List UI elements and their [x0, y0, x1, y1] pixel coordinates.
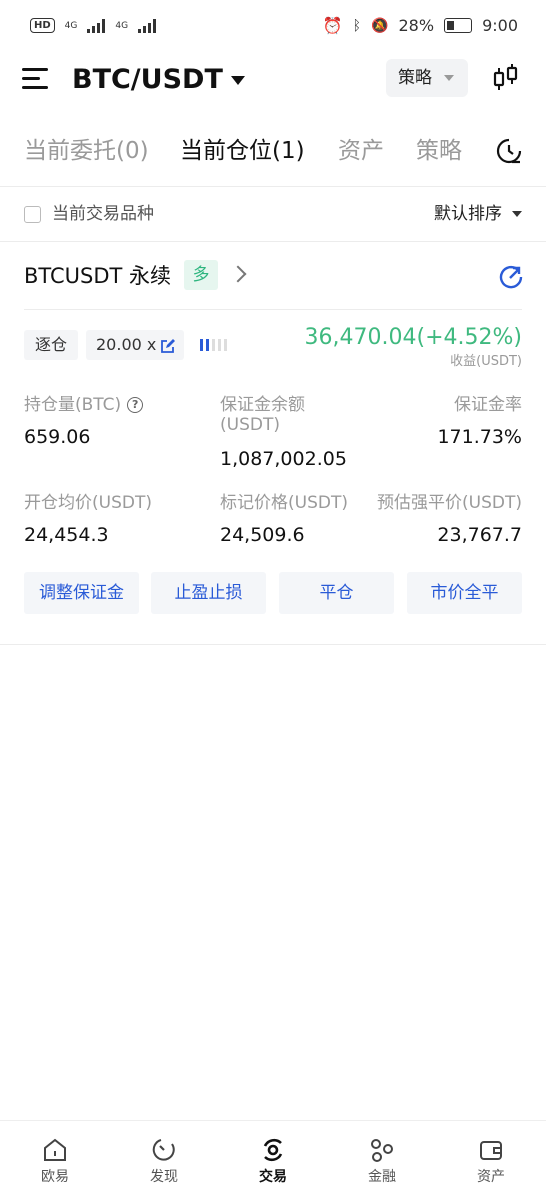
nav-label: 资产 [477, 1169, 505, 1185]
clock: 9:00 [482, 16, 518, 35]
leverage-button[interactable]: 20.00 x [86, 330, 184, 360]
signal-icon-2 [138, 18, 157, 33]
adjust-margin-button[interactable]: 调整保证金 [24, 572, 139, 614]
tab-open-orders[interactable]: 当前委托(0) [24, 128, 149, 174]
discover-icon [152, 1139, 175, 1161]
pair-name: BTC/USDT [72, 64, 223, 95]
home-icon [44, 1138, 66, 1161]
strategy-dropdown[interactable]: 策略 [386, 59, 468, 97]
margin-ratio-label: 保证金率 [454, 395, 522, 415]
nav-label: 发现 [150, 1169, 178, 1185]
entry-price-value: 24,454.3 [24, 524, 109, 546]
position-symbol[interactable]: BTCUSDT 永续 [24, 258, 171, 294]
position-tabs: 当前委托(0) 当前仓位(1) 资产 策略 [0, 128, 546, 174]
side-badge: 多 [184, 260, 218, 290]
unrealized-pnl: 36,470.04(+4.52%) [304, 325, 522, 350]
size-value: 659.06 [24, 426, 91, 448]
signal-icon [87, 18, 106, 33]
network-label-2: 4G [115, 20, 129, 31]
tp-sl-button[interactable]: 止盈止损 [151, 572, 266, 614]
caret-down-icon [512, 211, 522, 217]
share-icon[interactable] [498, 264, 524, 290]
market-close-all-button[interactable]: 市价全平 [407, 572, 522, 614]
pair-selector[interactable]: BTC/USDT [72, 58, 245, 102]
menu-icon[interactable] [22, 68, 48, 90]
current-symbol-label: 当前交易品种 [52, 204, 154, 224]
sort-dropdown[interactable]: 默认排序 [434, 200, 522, 228]
nav-label: 欧易 [41, 1169, 69, 1185]
edit-icon [161, 338, 176, 353]
nav-finance[interactable]: 金融 [327, 1121, 437, 1201]
tab-strategy[interactable]: 策略 [416, 128, 462, 174]
current-symbol-checkbox[interactable] [24, 206, 41, 223]
size-label-row: 持仓量(BTC)? [24, 394, 144, 416]
trade-icon [263, 1138, 283, 1162]
alarm-icon: ⏰ [322, 16, 343, 35]
mark-price-value: 24,509.6 [220, 524, 305, 546]
caret-down-icon [444, 75, 454, 81]
chevron-right-icon[interactable] [229, 265, 247, 283]
candlestick-chart-icon[interactable] [492, 62, 520, 94]
nav-label: 金融 [368, 1169, 396, 1185]
divider [0, 241, 546, 242]
nav-trade[interactable]: 交易 [218, 1121, 328, 1201]
help-icon[interactable]: ? [127, 397, 144, 413]
liq-price-value: 23,767.7 [437, 524, 522, 546]
entry-price-label: 开仓均价(USDT) [24, 493, 152, 513]
tab-assets[interactable]: 资产 [338, 128, 384, 174]
mute-icon: 🔕 [371, 17, 389, 34]
margin-balance-value: 1,087,002.05 [220, 448, 347, 470]
divider [0, 186, 546, 187]
divider [24, 309, 522, 310]
nav-label: 交易 [259, 1169, 287, 1185]
pnl-label: 收益(USDT) [450, 354, 522, 369]
battery-icon [444, 18, 473, 33]
finance-icon [371, 1139, 393, 1162]
mark-price-label: 标记价格(USDT) [220, 493, 348, 513]
wallet-icon [480, 1141, 502, 1160]
bottom-nav: 欧易 发现 交易 金融 资产 [0, 1120, 546, 1201]
battery-percent: 28% [398, 16, 435, 35]
caret-down-icon [230, 76, 245, 85]
strategy-label: 策略 [398, 68, 432, 88]
status-bar: HD 4G 4G ⏰ ᛒ 🔕 28% 9:00 [0, 0, 546, 56]
nav-assets[interactable]: 资产 [436, 1121, 546, 1201]
close-position-button[interactable]: 平仓 [279, 572, 394, 614]
leverage-value: 20.00 x [96, 335, 157, 354]
margin-ratio-value: 171.73% [437, 426, 522, 448]
margin-mode-tag: 逐仓 [24, 330, 78, 360]
nav-home[interactable]: 欧易 [0, 1121, 110, 1201]
sort-label: 默认排序 [434, 204, 502, 224]
divider [0, 644, 546, 645]
margin-balance-label: 保证金余额 [220, 395, 305, 415]
nav-discover[interactable]: 发现 [109, 1121, 219, 1201]
network-label-1: 4G [64, 20, 78, 31]
bluetooth-icon: ᛒ [352, 17, 362, 34]
tab-positions[interactable]: 当前仓位(1) [180, 128, 305, 174]
size-label: 持仓量(BTC) [24, 395, 122, 415]
margin-balance-unit: (USDT) [220, 415, 280, 435]
history-clock-icon[interactable] [496, 137, 522, 165]
liq-price-label: 预估强平价(USDT) [377, 493, 522, 513]
hd-indicator: HD [30, 18, 55, 33]
adl-level-indicator [200, 339, 227, 351]
